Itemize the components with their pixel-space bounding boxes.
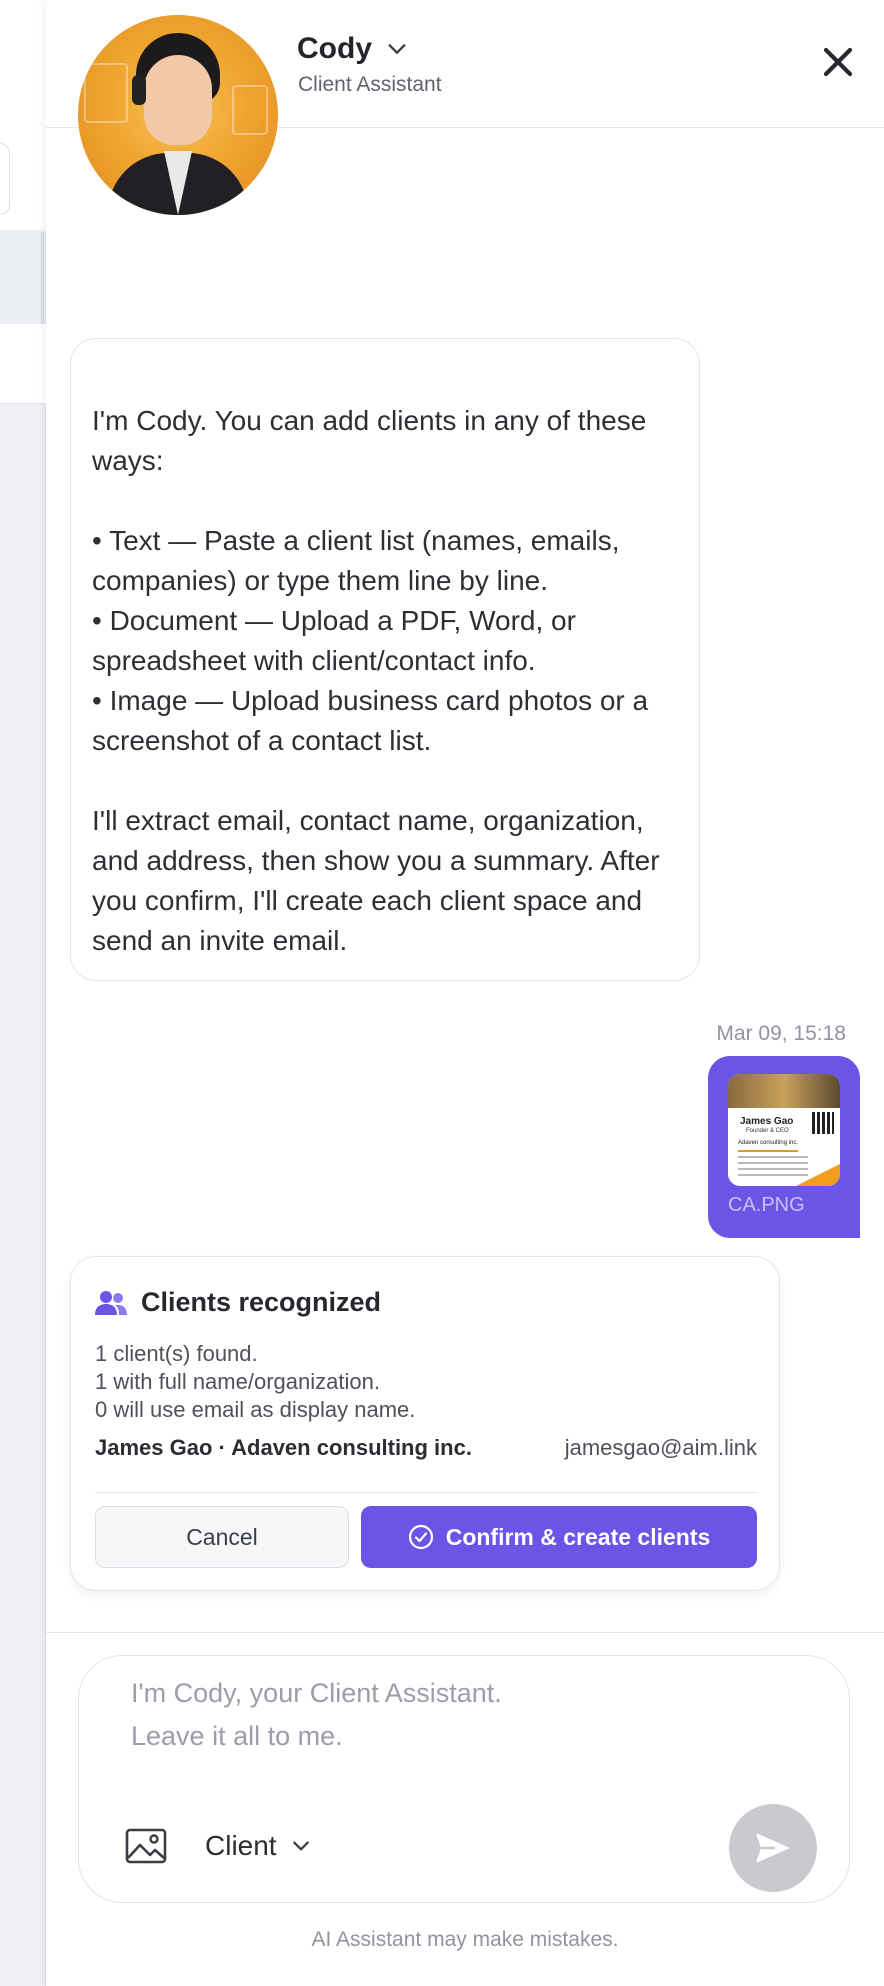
check-circle-icon [408, 1524, 433, 1550]
qr-code-icon [812, 1112, 834, 1134]
background-app-row [0, 324, 46, 404]
background-app-input [0, 143, 10, 215]
attachment-thumbnail[interactable]: James Gao Founder & CEO Adaven consultin… [728, 1074, 840, 1186]
assistant-switcher[interactable]: Cody [297, 32, 408, 66]
attachment-file-name: CA.PNG [728, 1194, 805, 1216]
clients-recognized-card: Clients recognized 1 client(s) found. 1 … [70, 1256, 780, 1591]
close-icon[interactable] [820, 44, 856, 80]
summary-line: 1 client(s) found. [95, 1341, 258, 1366]
card-company-text: Adaven consulting inc. [738, 1140, 799, 1146]
card-name-text: James Gao [740, 1116, 794, 1127]
recognition-summary: 1 client(s) found. 1 with full name/orga… [95, 1340, 415, 1424]
user-message-bubble: James Gao Founder & CEO Adaven consultin… [708, 1056, 860, 1238]
composer-divider [46, 1632, 884, 1633]
send-button[interactable] [729, 1804, 817, 1892]
background-app-strip [0, 0, 46, 1986]
chevron-down-icon [292, 1841, 309, 1851]
assistant-panel: Cody Client Assistant I'm Cody. You can … [46, 0, 884, 1986]
confirm-button-label: Confirm & create clients [445, 1523, 711, 1550]
business-card-photo [728, 1074, 840, 1108]
client-name: James Gao · Adaven consulting inc. [95, 1435, 472, 1460]
client-row: James Gao · Adaven consulting inc. james… [95, 1435, 757, 1461]
send-icon [756, 1833, 790, 1863]
message-timestamp: Mar 09, 15:18 [716, 1022, 846, 1045]
composer-input[interactable]: I'm Cody, your Client Assistant. Leave i… [131, 1672, 502, 1758]
chevron-down-icon [388, 44, 406, 54]
card-title-text: Founder & CEO [746, 1128, 789, 1134]
assistant-avatar [78, 15, 278, 215]
card-title: Clients recognized [141, 1287, 382, 1317]
mode-select-label: Client [205, 1830, 277, 1861]
background-app-selected-row [0, 232, 44, 324]
assistant-name: Cody [297, 32, 372, 65]
confirm-create-clients-button[interactable]: Confirm & create clients [361, 1506, 757, 1568]
summary-line: 1 with full name/organization. [95, 1369, 380, 1394]
card-divider [95, 1492, 757, 1493]
assistant-message-bubble: I'm Cody. You can add clients in any of … [70, 338, 700, 981]
image-upload-icon[interactable] [125, 1828, 167, 1864]
message-composer[interactable]: I'm Cody, your Client Assistant. Leave i… [78, 1655, 850, 1903]
users-icon [95, 1290, 127, 1315]
cancel-button[interactable]: Cancel [95, 1506, 349, 1568]
mode-select[interactable]: Client [205, 1830, 311, 1862]
assistant-role: Client Assistant [298, 73, 442, 96]
client-email: jamesgao@aim.link [564, 1435, 757, 1460]
summary-line: 0 will use email as display name. [95, 1397, 416, 1422]
card-header: Clients recognized [95, 1287, 381, 1318]
ai-disclaimer: AI Assistant may make mistakes. [311, 1928, 619, 1951]
